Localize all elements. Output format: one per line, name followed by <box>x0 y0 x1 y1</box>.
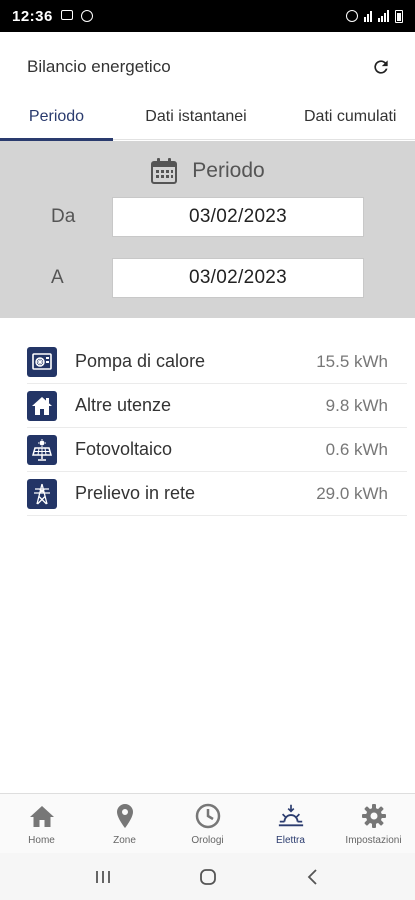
tab-label: Dati istantanei <box>145 108 247 125</box>
energy-label: Altre utenze <box>75 395 172 415</box>
power-pylon-icon <box>27 478 57 509</box>
page-title: Bilancio energetico <box>27 57 171 76</box>
tab-bar: Periodo Dati istantanei Dati cumulati <box>0 94 415 141</box>
refresh-button[interactable] <box>368 54 394 80</box>
from-label: Da <box>51 206 76 227</box>
battery-icon <box>395 9 403 23</box>
energy-label: Prelievo in rete <box>75 483 196 503</box>
tab-dati-istantanei[interactable]: Dati istantanei <box>113 94 279 140</box>
solar-panel-icon <box>27 434 57 465</box>
tab-label: Periodo <box>28 108 85 125</box>
energy-value: 29.0 kWh <box>316 483 388 503</box>
date-row-from: Da 03/02/2023 <box>0 197 415 237</box>
home-circle-icon <box>199 868 216 885</box>
nav-label: Home <box>28 835 55 846</box>
app-header: Bilancio energetico <box>0 32 415 102</box>
energy-label: Fotovoltaico <box>75 439 173 459</box>
energy-value: 0.6 kWh <box>325 439 388 459</box>
sync-notification-icon <box>80 10 95 22</box>
back-arrow-icon <box>307 868 317 885</box>
list-item: Altre utenze 9.8 kWh <box>27 384 407 428</box>
period-title: Periodo <box>192 159 265 182</box>
bottom-nav: Home Zone Orologi Elettra Impostazioni <box>0 793 415 853</box>
tab-label: Dati cumulati <box>304 108 397 125</box>
status-time: 12:36 <box>12 7 53 25</box>
energy-list: Pompa di calore 15.5 kWh Altre utenze 9.… <box>27 340 407 516</box>
home-icon <box>28 802 56 830</box>
system-nav-bar <box>0 853 415 900</box>
period-header: Periodo <box>0 157 415 185</box>
recent-apps-button[interactable] <box>83 862 123 892</box>
gear-icon <box>360 802 388 830</box>
list-item: Pompa di calore 15.5 kWh <box>27 340 407 384</box>
nav-item-orologi[interactable]: Orologi <box>166 794 249 853</box>
house-icon <box>27 390 57 421</box>
calendar-icon <box>151 158 178 184</box>
period-panel: Periodo Da 03/02/2023 A 03/02/2023 <box>0 141 415 318</box>
map-pin-icon <box>111 802 139 830</box>
clock-icon <box>194 802 222 830</box>
home-system-button[interactable] <box>188 862 228 892</box>
refresh-icon <box>374 60 388 74</box>
from-date-field[interactable]: 03/02/2023 <box>112 197 364 237</box>
energy-value: 15.5 kWh <box>316 351 388 371</box>
to-label: A <box>51 267 64 288</box>
heat-pump-icon <box>27 346 57 377</box>
energy-value: 9.8 kWh <box>325 395 388 415</box>
energy-label: Pompa di calore <box>75 351 206 371</box>
sunrise-icon <box>277 802 305 830</box>
list-item: Fotovoltaico 0.6 kWh <box>27 428 407 472</box>
nav-label: Zone <box>113 835 136 846</box>
signal-icon <box>378 10 389 22</box>
date-row-to: A 03/02/2023 <box>0 258 415 298</box>
recent-apps-icon <box>95 870 110 883</box>
image-notification-icon <box>60 10 75 22</box>
nav-label: Impostazioni <box>345 835 402 846</box>
tab-dati-cumulati[interactable]: Dati cumulati <box>279 94 415 140</box>
alarm-icon <box>346 10 358 22</box>
list-item: Prelievo in rete 29.0 kWh <box>27 472 407 516</box>
status-bar: 12:36 <box>0 0 415 32</box>
tab-periodo[interactable]: Periodo <box>0 94 113 141</box>
nav-label: Orologi <box>191 835 224 846</box>
back-button[interactable] <box>293 862 333 892</box>
nav-label: Elettra <box>276 835 305 846</box>
nav-item-elettra[interactable]: Elettra <box>249 794 332 853</box>
nav-item-impostazioni[interactable]: Impostazioni <box>332 794 415 853</box>
wifi-icon <box>364 10 372 22</box>
to-date-field[interactable]: 03/02/2023 <box>112 258 364 298</box>
nav-item-home[interactable]: Home <box>0 794 83 853</box>
nav-item-zone[interactable]: Zone <box>83 794 166 853</box>
